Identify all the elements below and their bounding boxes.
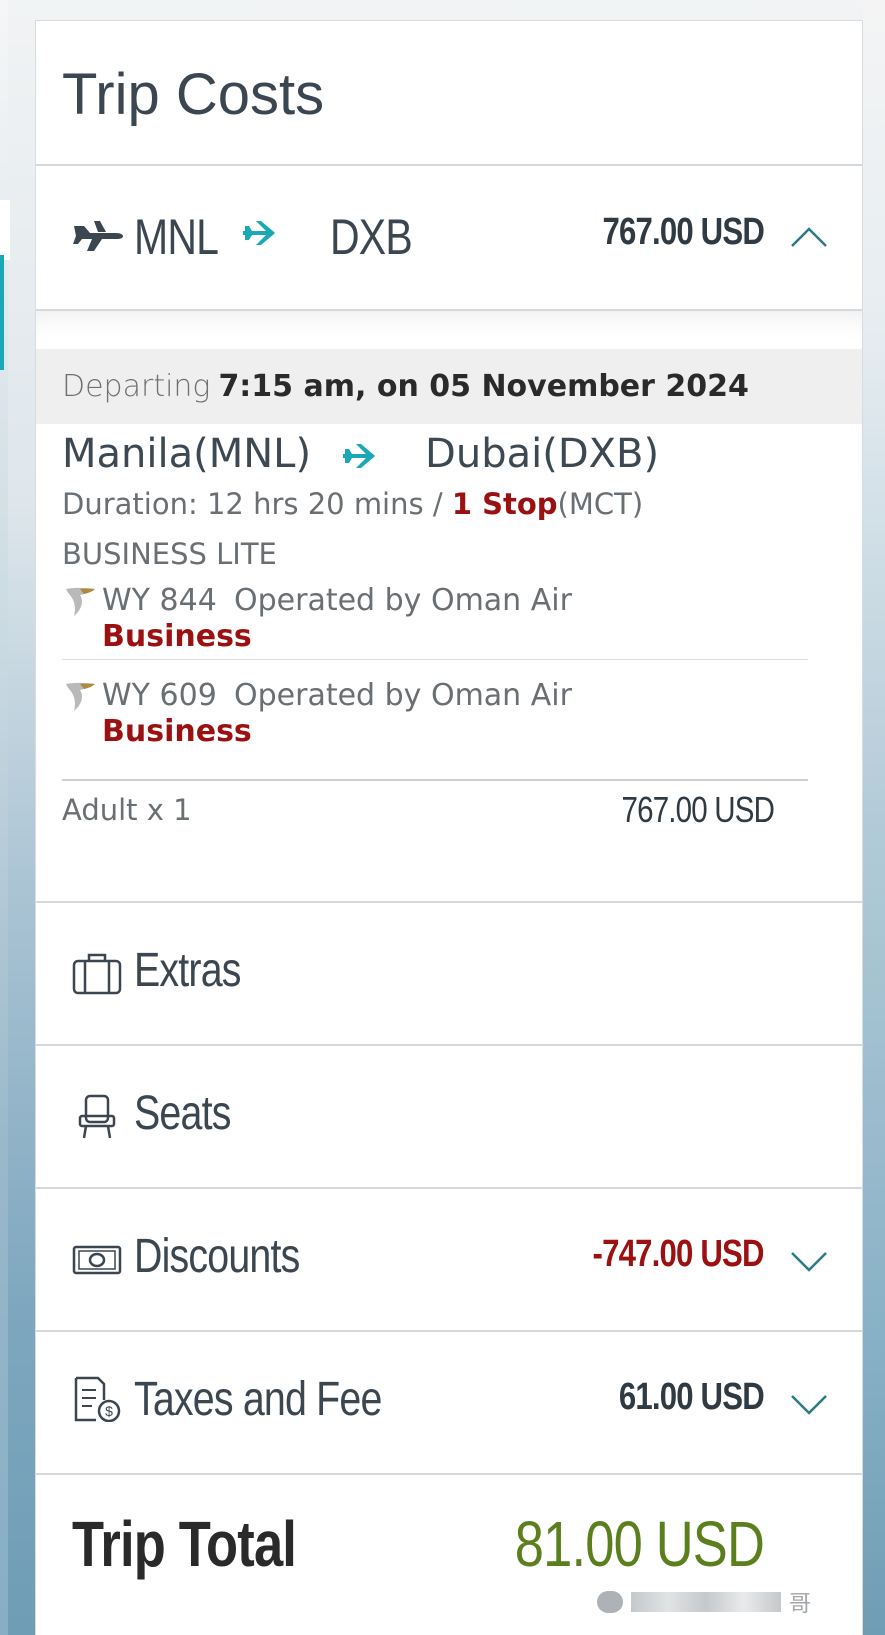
passenger-label: Adult x 1 xyxy=(62,793,192,827)
discounts-row[interactable]: Discounts -747.00 USD xyxy=(36,1187,862,1330)
flight-summary-row[interactable]: MNL DXB 767.00 USD xyxy=(36,166,862,311)
flight-segment: WY 844 Operated by Oman Air Business xyxy=(62,579,838,675)
extras-row[interactable]: Extras xyxy=(36,901,862,1044)
taxes-label: Taxes and Fee xyxy=(134,1373,382,1426)
suitcase-icon xyxy=(72,953,122,995)
taxes-amount: 61.00 USD xyxy=(618,1376,765,1418)
operated-by: Operated by Oman Air xyxy=(234,583,572,618)
origin-code: MNL xyxy=(134,209,219,265)
watermark-text: 哥 xyxy=(789,1592,812,1617)
oman-air-logo-icon xyxy=(66,587,95,616)
seats-label: Seats xyxy=(134,1087,231,1140)
seat-icon xyxy=(78,1094,116,1139)
departing-bar: Departing 7:15 am, on 05 November 2024 xyxy=(36,349,862,424)
extras-label: Extras xyxy=(134,944,241,997)
passenger-price: 767.00 USD xyxy=(621,789,774,830)
flight-segment: WY 609 Operated by Oman Air Business xyxy=(62,674,838,770)
trip-total-amount: 81.00 USD xyxy=(514,1508,765,1580)
receipt-icon: $ xyxy=(74,1376,121,1422)
duration-text: Duration: 12 hrs 20 mins / xyxy=(62,487,452,521)
fare-family: BUSINESS LITE xyxy=(62,537,277,571)
flight-number: WY 844 xyxy=(102,583,217,618)
flight-details: Departing 7:15 am, on 05 November 2024 Ma… xyxy=(36,311,862,901)
destination-code: DXB xyxy=(330,209,413,265)
discounts-label: Discounts xyxy=(134,1230,300,1283)
departing-value: 7:15 am, on 05 November 2024 xyxy=(218,369,749,404)
chevron-down-icon[interactable] xyxy=(790,1394,828,1416)
destination-full: Dubai(DXB) xyxy=(425,431,660,477)
background-left-band xyxy=(0,200,10,260)
oman-air-logo-icon xyxy=(66,682,95,711)
stop-link[interactable]: 1 Stop xyxy=(452,487,558,521)
plane-arrow-icon xyxy=(243,221,275,245)
cabin-class: Business xyxy=(102,714,252,749)
segment-divider xyxy=(62,659,808,660)
flight-price: 767.00 USD xyxy=(602,211,764,253)
cash-icon xyxy=(72,1245,122,1275)
cabin-class: Business xyxy=(102,619,252,654)
page-title: Trip Costs xyxy=(36,21,862,166)
watermark-mosaic xyxy=(631,1592,781,1612)
background-right xyxy=(863,0,885,1635)
plane-icon xyxy=(73,221,123,251)
chevron-up-icon[interactable] xyxy=(790,226,828,248)
seats-row[interactable]: Seats xyxy=(36,1044,862,1187)
trip-total-label: Trip Total xyxy=(72,1508,297,1580)
departing-label: Departing xyxy=(62,369,211,404)
svg-text:$: $ xyxy=(105,1403,113,1419)
background-accent xyxy=(0,255,4,370)
trip-costs-panel: Trip Costs MNL DXB 767.00 USD Departing 7… xyxy=(35,20,863,1635)
discounts-amount: -747.00 USD xyxy=(592,1233,765,1275)
operated-by: Operated by Oman Air xyxy=(234,678,572,713)
flight-number: WY 609 xyxy=(102,678,217,713)
watermark: 哥 xyxy=(597,1585,857,1619)
wechat-icon xyxy=(597,1591,623,1613)
stop-via: (MCT) xyxy=(557,487,644,521)
passenger-divider xyxy=(62,779,808,781)
chevron-down-icon[interactable] xyxy=(790,1251,828,1273)
route-line: Manila(MNL) Dubai(DXB) xyxy=(62,431,659,477)
duration-line: Duration: 12 hrs 20 mins / 1 Stop(MCT) xyxy=(62,487,643,521)
origin-full: Manila(MNL) xyxy=(62,431,312,477)
plane-arrow-icon xyxy=(343,444,375,468)
taxes-row[interactable]: $ Taxes and Fee 61.00 USD xyxy=(36,1330,862,1473)
